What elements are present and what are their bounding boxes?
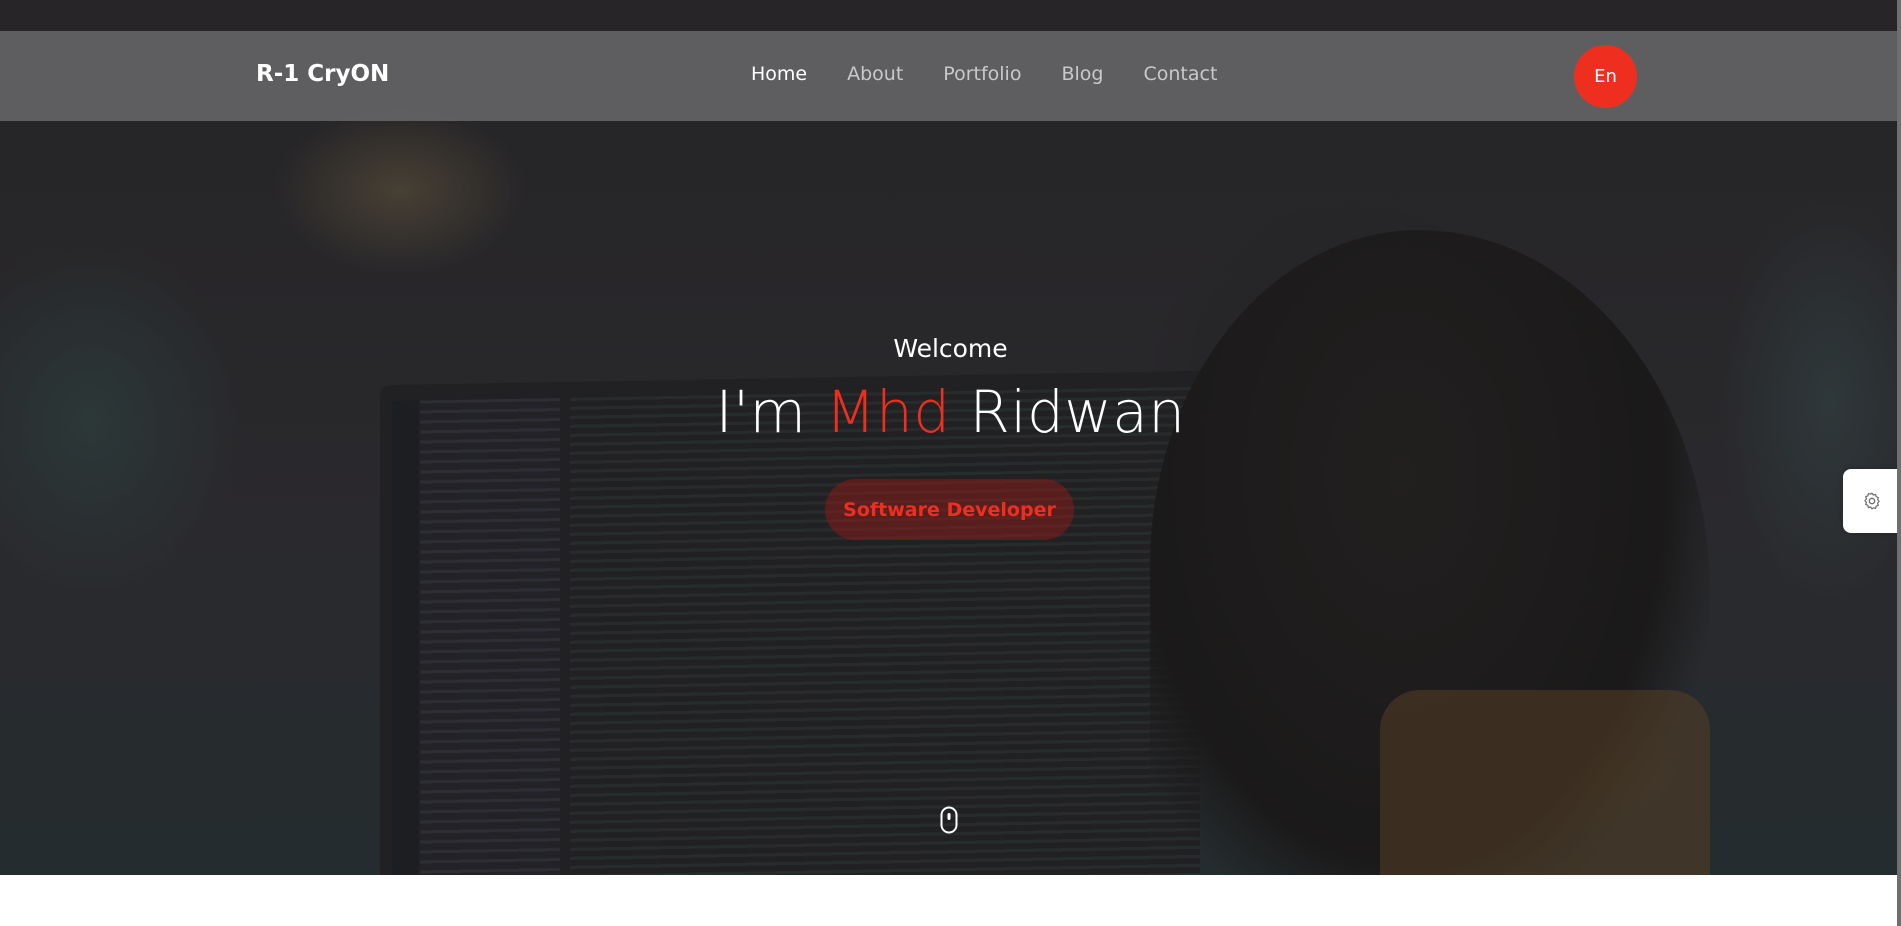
nav-link-portfolio[interactable]: Portfolio [943,63,1021,85]
nav-item-contact: Contact [1143,63,1217,85]
language-button[interactable]: En [1574,45,1637,108]
nav-item-home: Home [751,63,807,85]
headline-suffix: Ridwan [969,378,1186,446]
page-scrollbar[interactable] [1897,0,1901,926]
brand-logo[interactable]: R-1 CryON [256,61,389,87]
headline-accent-name: Mhd [825,378,951,446]
hero-welcome: Welcome [893,334,1008,363]
nav-link-contact[interactable]: Contact [1143,63,1217,85]
nav-menu: Home About Portfolio Blog Contact [751,63,1217,85]
nav-link-about[interactable]: About [847,63,903,85]
role-badge: Software Developer [825,479,1074,540]
headline-prefix: I'm [715,378,807,446]
gear-icon [1864,492,1880,510]
mouse-scroll-icon [940,806,958,834]
settings-toggle[interactable] [1843,469,1901,533]
nav-item-about: About [847,63,903,85]
nav-item-blog: Blog [1061,63,1103,85]
nav-link-home[interactable]: Home [751,63,807,85]
nav-item-portfolio: Portfolio [943,63,1021,85]
nav-link-blog[interactable]: Blog [1061,63,1103,85]
scroll-down-link[interactable] [940,806,958,834]
top-strip [0,0,1901,31]
navbar: R-1 CryON Home About Portfolio Blog Cont… [0,31,1901,121]
hero-headline: I'm Mhd Ridwan [0,378,1901,446]
